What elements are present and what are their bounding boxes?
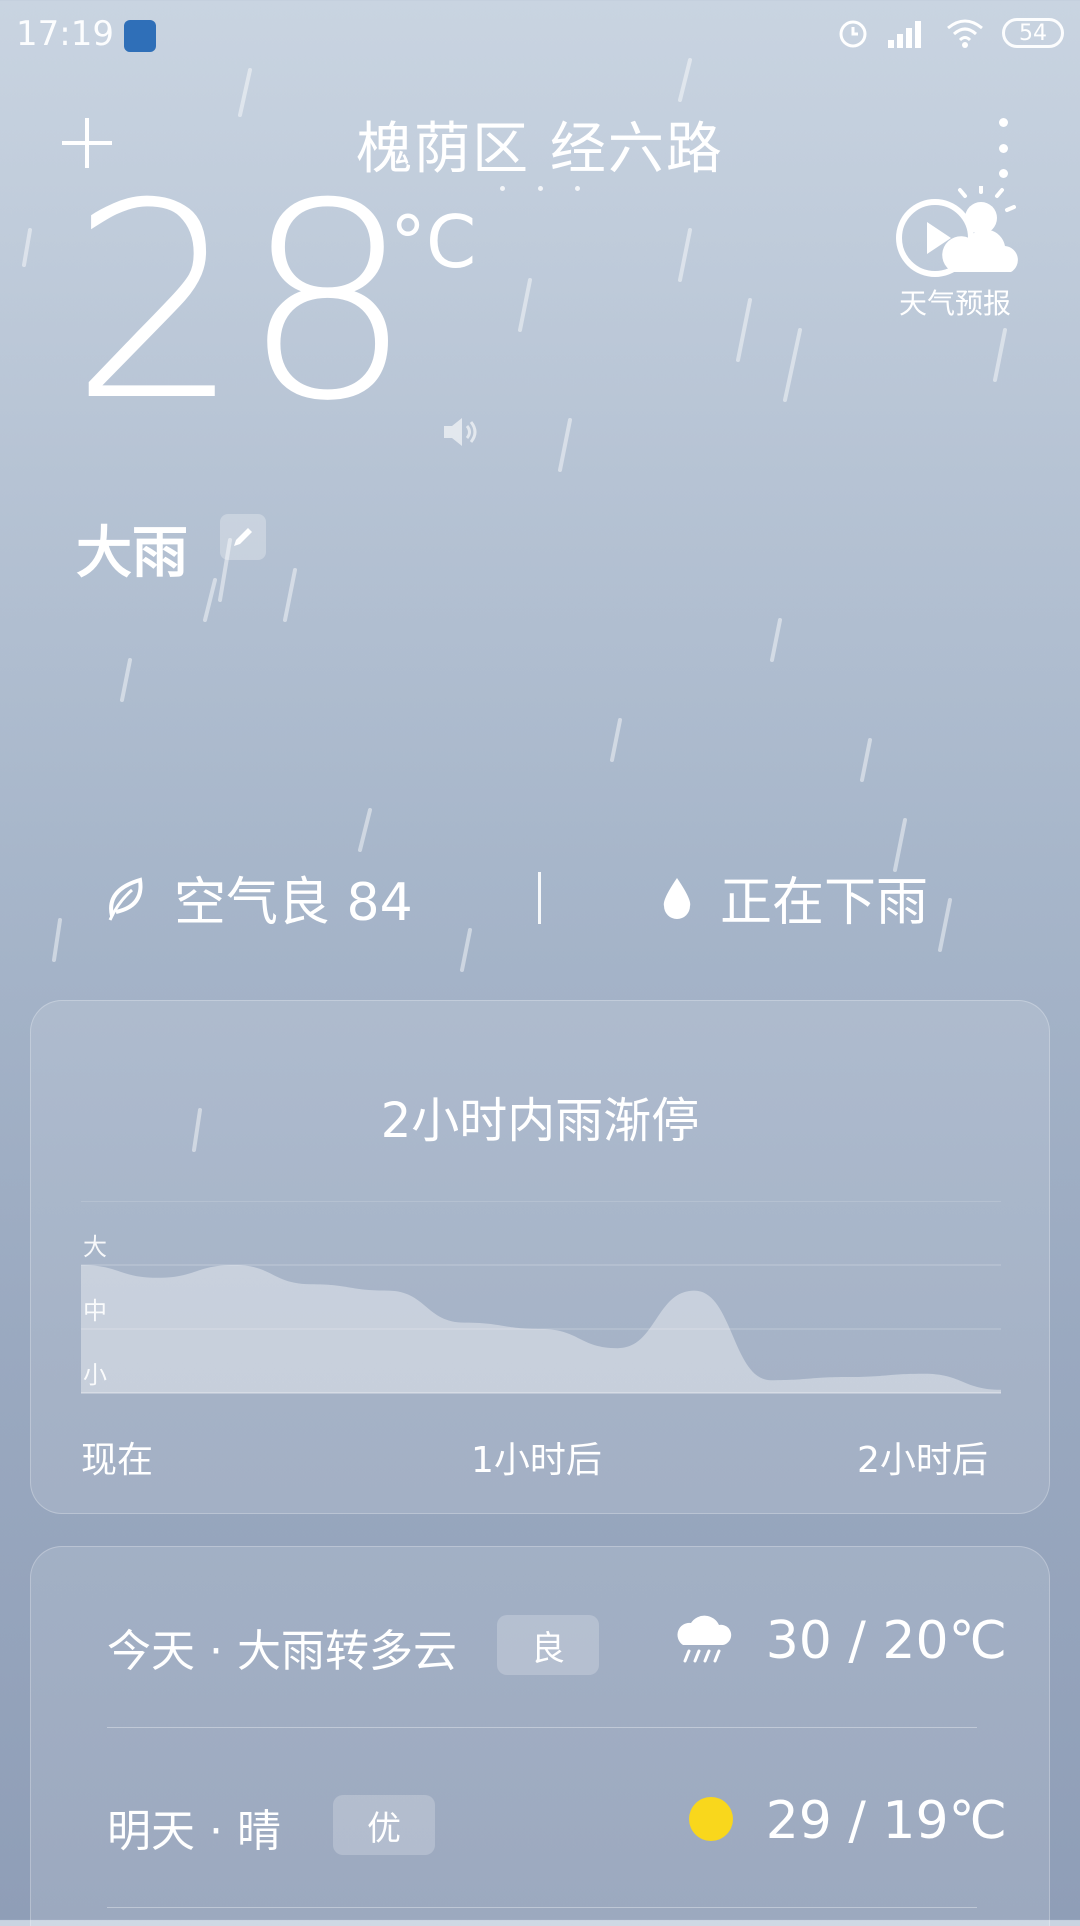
page-dot <box>537 186 543 191</box>
signal-icon <box>888 21 921 48</box>
forecast-row-tomorrow[interactable]: 明天 · 晴 优 29 / 19℃ <box>107 1777 1007 1867</box>
wifi-icon <box>947 19 983 48</box>
pencil-icon <box>234 528 252 546</box>
forecast-day-text: 明天 · 晴 <box>107 1806 281 1857</box>
page-dot <box>575 186 580 191</box>
raindrop-icon <box>663 877 691 919</box>
more-dot-icon <box>998 169 1008 178</box>
app-notification-icon <box>124 20 156 52</box>
more-options-button[interactable] <box>992 118 1014 178</box>
forecast-day-text: 今天 · 大雨转多云 <box>107 1626 457 1677</box>
temperature-unit: °C <box>390 200 477 284</box>
forecast-row-today[interactable]: 今天 · 大雨转多云 良 30 / 20℃ <box>107 1597 1007 1687</box>
precip-status-link[interactable]: 正在下雨 <box>660 860 928 935</box>
x-label-2h: 2小时后 <box>857 1440 988 1481</box>
sun-icon <box>689 1797 733 1841</box>
daily-forecast-card: 今天 · 大雨转多云 良 30 / 20℃ 明天 · 晴 优 29 / 19℃ <box>30 1546 1050 1926</box>
y-label-light: 小 <box>83 1361 107 1389</box>
air-quality-link[interactable]: 空气良 84 <box>104 860 413 935</box>
battery-level: 54 <box>1019 20 1047 46</box>
status-time: 17:19 <box>16 14 114 54</box>
x-label-1h: 1小时后 <box>471 1440 602 1481</box>
battery-indicator: 54 <box>1002 18 1064 48</box>
weather-forecast-label: 天气预报 <box>898 287 1011 320</box>
alarm-icon <box>839 20 867 48</box>
speaker-icon[interactable] <box>440 412 480 452</box>
y-label-heavy: 大 <box>83 1233 107 1261</box>
status-bar: 17:19 54 <box>0 0 1080 76</box>
air-quality-text: 空气良 84 <box>174 873 413 933</box>
x-label-now: 现在 <box>81 1440 154 1481</box>
forecast-temps: 30 / 20℃ <box>765 1611 1007 1671</box>
aqi-badge: 良 <box>497 1615 599 1675</box>
rain-forecast-title: 2小时内雨渐停 <box>380 1093 700 1149</box>
current-temperature: 28 <box>70 145 414 460</box>
leaf-icon <box>108 876 143 921</box>
page-dot <box>500 186 505 191</box>
air-quality-row: 空气良 84 正在下雨 <box>0 860 1080 940</box>
edit-button[interactable] <box>220 514 266 560</box>
y-label-moderate: 中 <box>83 1297 107 1325</box>
rain-forecast-card[interactable]: 2小时内雨渐停 大 中 小 现在 1小时后 2小时后 <box>30 1000 1050 1514</box>
more-dot-icon <box>998 143 1008 153</box>
rain-cloud-icon <box>677 1615 732 1663</box>
current-condition: 大雨 <box>76 521 188 586</box>
play-sun-cloud-icon <box>896 184 1018 277</box>
page-indicator <box>500 186 580 191</box>
precip-status-text: 正在下雨 <box>720 873 929 933</box>
aqi-badge: 优 <box>333 1795 435 1855</box>
divider <box>538 872 541 924</box>
more-dot-icon <box>998 118 1008 127</box>
row-divider <box>107 1727 977 1728</box>
rain-chart <box>81 1201 1001 1394</box>
row-divider <box>107 1907 977 1908</box>
status-icons: 54 <box>836 16 1064 50</box>
forecast-temps: 29 / 19℃ <box>765 1791 1007 1851</box>
